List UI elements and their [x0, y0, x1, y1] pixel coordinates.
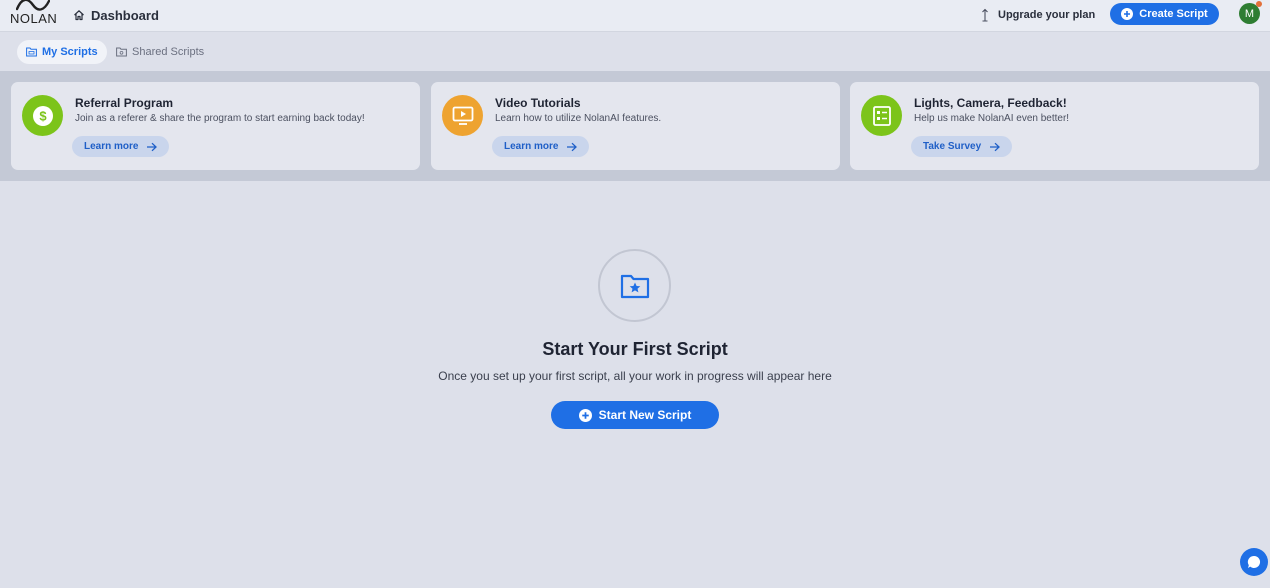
tab-shared-scripts[interactable]: Shared Scripts — [107, 40, 213, 64]
start-new-script-label: Start New Script — [598, 408, 692, 422]
feedback-card: Lights, Camera, Feedback! Help us make N… — [850, 82, 1259, 170]
video-learn-more-button[interactable]: Learn more — [492, 136, 590, 157]
take-survey-label: Take Survey — [923, 141, 982, 152]
dollar-icon: $ — [32, 105, 53, 126]
video-tutorials-description: Learn how to utilize NolanAI features. — [495, 113, 662, 124]
chat-bubble-icon — [1247, 555, 1261, 568]
video-tutorials-card: Video Tutorials Learn how to utilize Nol… — [431, 82, 840, 170]
folder-icon — [26, 47, 37, 57]
plus-circle-icon — [578, 408, 592, 422]
survey-icon — [872, 105, 891, 126]
referral-learn-more-label: Learn more — [84, 141, 139, 152]
chat-support-button[interactable] — [1240, 548, 1268, 576]
referral-card: $ Referral Program Join as a referer & s… — [11, 82, 420, 170]
video-icon-badge — [442, 95, 483, 136]
breadcrumb[interactable]: Dashboard — [73, 6, 159, 24]
upgrade-plan-label: Upgrade your plan — [998, 9, 1096, 21]
arrow-right-icon — [990, 142, 1001, 151]
tab-shared-scripts-label: Shared Scripts — [132, 46, 205, 58]
play-screen-icon — [452, 106, 473, 125]
empty-state-icon-circle — [598, 249, 671, 322]
video-learn-more-label: Learn more — [504, 141, 559, 152]
logo-wave-icon — [16, 0, 50, 11]
promo-banner: $ Referral Program Join as a referer & s… — [0, 71, 1270, 181]
tab-my-scripts[interactable]: My Scripts — [17, 40, 107, 64]
empty-state-title: Start Your First Script — [542, 339, 728, 359]
start-new-script-button[interactable]: Start New Script — [551, 401, 719, 429]
home-icon — [74, 10, 84, 21]
nolan-logo[interactable]: NOLAN — [10, 0, 58, 26]
create-script-button[interactable]: Create Script — [1110, 3, 1219, 25]
feedback-description: Help us make NolanAI even better! — [914, 113, 1070, 124]
top-bar: NOLAN Dashboard Upgrade your plan Create… — [0, 0, 1270, 32]
svg-text:$: $ — [39, 108, 47, 123]
logo-text: NOLAN — [10, 11, 58, 26]
upgrade-plan-link[interactable]: Upgrade your plan — [980, 6, 1095, 24]
feedback-title: Lights, Camera, Feedback! — [914, 96, 1067, 110]
survey-icon-badge — [861, 95, 902, 136]
empty-state-subtitle: Once you set up your first script, all y… — [438, 369, 832, 383]
star-folder-icon — [620, 274, 649, 298]
video-tutorials-title: Video Tutorials — [495, 96, 581, 110]
referral-title: Referral Program — [75, 96, 174, 110]
create-script-label: Create Script — [1139, 8, 1208, 20]
script-tabs: My Scripts Shared Scripts — [0, 33, 1270, 71]
tab-my-scripts-label: My Scripts — [42, 46, 98, 58]
page-title: Dashboard — [91, 7, 159, 23]
notification-dot — [1256, 1, 1262, 7]
referral-learn-more-button[interactable]: Learn more — [72, 136, 170, 157]
referral-icon-badge: $ — [22, 95, 63, 136]
upgrade-arrow-icon — [982, 8, 988, 22]
arrow-right-icon — [567, 142, 578, 151]
arrow-right-icon — [147, 142, 158, 151]
referral-description: Join as a referer & share the program to… — [75, 113, 365, 124]
take-survey-button[interactable]: Take Survey — [911, 136, 1013, 157]
plus-circle-icon — [1121, 8, 1134, 20]
shared-folder-icon — [116, 47, 127, 57]
